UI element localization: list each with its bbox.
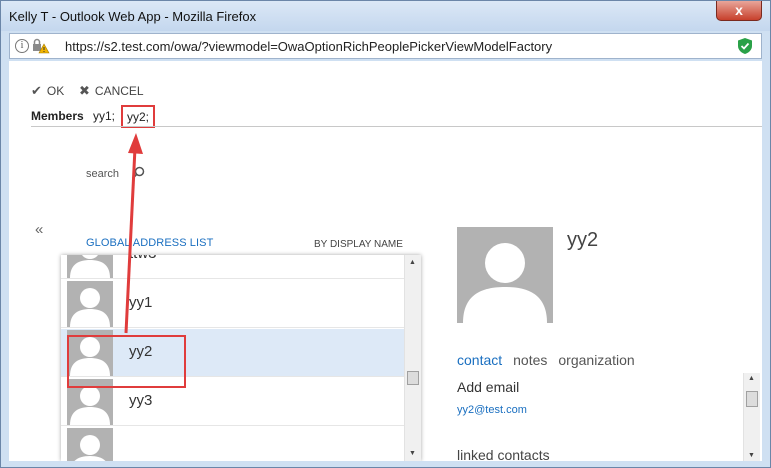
window-title: Kelly T - Outlook Web App - Mozilla Fire…: [9, 9, 257, 24]
list-item[interactable]: ttw3: [61, 255, 404, 279]
member-recipient-highlighted[interactable]: yy2;: [121, 105, 156, 128]
scroll-down-icon[interactable]: ▼: [409, 450, 416, 457]
scroll-thumb[interactable]: [746, 391, 758, 407]
cancel-button[interactable]: ✖ CANCEL: [79, 83, 144, 99]
add-email-heading: Add email: [457, 379, 520, 395]
address-list-selector[interactable]: GLOBAL ADDRESS LIST: [86, 237, 213, 249]
sort-selector[interactable]: BY DISPLAY NAME: [314, 239, 403, 250]
detail-tabs: contact notes organization: [457, 352, 635, 368]
list-item[interactable]: [61, 427, 404, 461]
contact-photo: [457, 227, 553, 323]
person-icon: [70, 288, 110, 327]
address-bar[interactable]: i https://s2.test.com/owa/?viewmodel=Owa…: [9, 33, 762, 59]
scroll-down-icon[interactable]: ▼: [748, 452, 755, 459]
search-input[interactable]: search: [86, 168, 119, 180]
list-item[interactable]: yy1: [61, 280, 404, 328]
contact-name: yy3: [129, 392, 153, 409]
url-text[interactable]: https://s2.test.com/owa/?viewmodel=OwaOp…: [65, 39, 552, 54]
avatar: [67, 428, 113, 461]
search-icon[interactable]: [131, 166, 145, 180]
members-label: Members: [31, 109, 84, 123]
collapse-panel-icon[interactable]: «: [35, 221, 43, 238]
contact-display-name: yy2: [567, 229, 599, 251]
tab-contact[interactable]: contact: [457, 352, 502, 368]
members-field[interactable]: Members yy1; yy2;: [31, 105, 156, 128]
contact-name: ttw3: [129, 255, 157, 262]
scroll-thumb[interactable]: [407, 371, 419, 385]
person-icon: [74, 435, 106, 461]
linked-contacts-heading: linked contacts: [457, 447, 550, 461]
lock-warning-icon[interactable]: [32, 37, 50, 55]
checkmark-icon: ✔: [31, 83, 42, 98]
members-divider: [31, 126, 762, 127]
window-close-button[interactable]: x: [716, 1, 762, 21]
contact-name: yy1: [129, 294, 153, 311]
ok-label: OK: [46, 84, 65, 98]
tab-notes[interactable]: notes: [513, 352, 547, 368]
member-recipient[interactable]: yy1;: [93, 109, 115, 123]
browser-window: Kelly T - Outlook Web App - Mozilla Fire…: [0, 0, 771, 468]
avatar: [67, 281, 113, 327]
scroll-up-icon[interactable]: ▲: [748, 375, 755, 382]
selection-highlight-box: [67, 335, 186, 388]
scroll-up-icon[interactable]: ▲: [409, 259, 416, 266]
ok-button[interactable]: ✔ OK: [31, 83, 64, 99]
info-icon[interactable]: i: [15, 39, 29, 53]
title-bar: Kelly T - Outlook Web App - Mozilla Fire…: [1, 1, 770, 31]
detail-scrollbar[interactable]: ▲ ▼: [743, 373, 760, 461]
email-link[interactable]: yy2@test.com: [457, 404, 527, 416]
person-icon: [70, 255, 110, 278]
close-icon: ✖: [79, 83, 90, 98]
person-icon: [463, 243, 547, 323]
list-scrollbar[interactable]: ▲ ▼: [404, 255, 421, 461]
tab-organization[interactable]: organization: [558, 352, 634, 368]
cancel-label: CANCEL: [94, 84, 144, 98]
avatar: [67, 255, 113, 278]
people-picker-page: ✔ OK ✖ CANCEL Members yy1; yy2; search «…: [9, 61, 762, 461]
shield-icon[interactable]: [737, 37, 753, 55]
